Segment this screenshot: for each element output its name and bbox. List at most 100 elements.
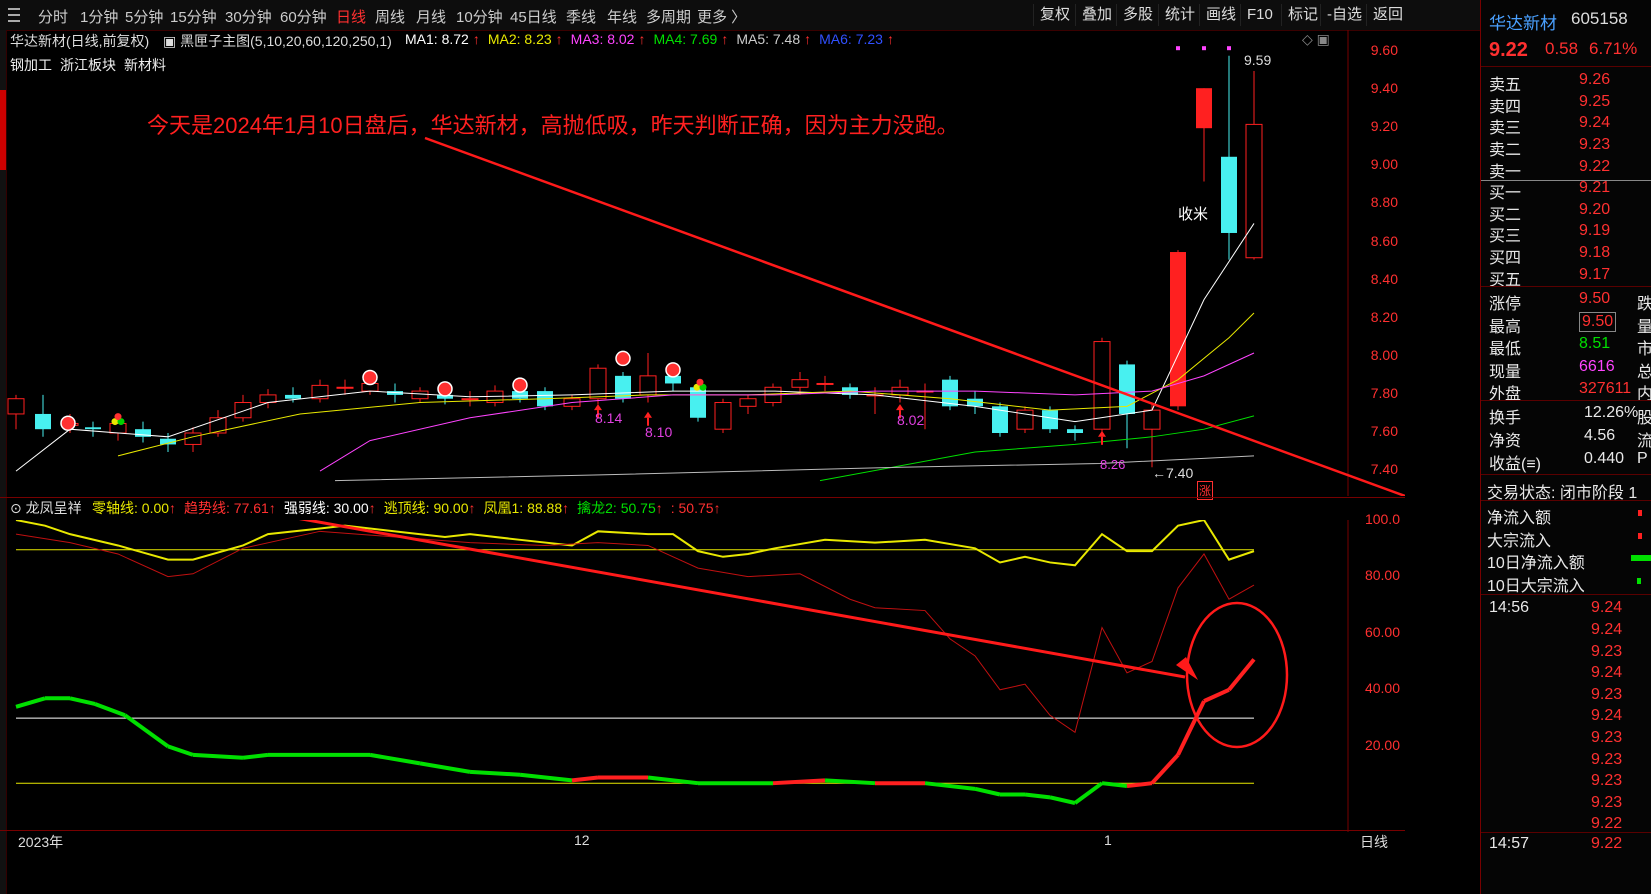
buy-arrow-icon bbox=[644, 411, 652, 418]
stat-value: 12.26% bbox=[1584, 404, 1639, 421]
bid-price: 9.17 bbox=[1579, 265, 1611, 283]
toolbar-button[interactable]: 叠加 bbox=[1075, 4, 1118, 26]
tick-price: 9.23 bbox=[1591, 750, 1623, 768]
period-tab[interactable]: 1分钟 bbox=[80, 6, 118, 27]
toolbar-button[interactable]: -自选 bbox=[1320, 4, 1368, 26]
period-tab[interactable]: 30分钟 bbox=[225, 6, 272, 27]
stat-value: 8.51 bbox=[1579, 335, 1611, 353]
bid-row[interactable]: 买一 9.21 bbox=[1481, 178, 1651, 202]
tick-price: 9.24 bbox=[1591, 621, 1623, 638]
sub-indicator-name[interactable]: ⊙ 龙凤呈祥 bbox=[10, 498, 82, 518]
period-tab[interactable]: 更多 〉 bbox=[697, 6, 746, 27]
toolbar-button[interactable]: 复权 bbox=[1033, 4, 1076, 26]
tick-price: 9.23 bbox=[1591, 793, 1623, 811]
stat-row: 换手 12.26% 股 bbox=[1481, 403, 1651, 427]
price-axis-label: 8.20 bbox=[1370, 308, 1398, 325]
price-axis-label: 9.40 bbox=[1370, 80, 1398, 97]
stat-value: 0.440 bbox=[1584, 450, 1625, 467]
period-tab[interactable]: 10分钟 bbox=[456, 6, 503, 27]
bid-row[interactable]: 买二 9.20 bbox=[1481, 200, 1651, 224]
tick-row: 14:57 9.22 bbox=[1481, 834, 1651, 856]
candle-body bbox=[461, 398, 479, 401]
period-tab[interactable]: 季线 bbox=[566, 6, 596, 27]
sub-indicator-value: 零轴线: 0.00 bbox=[92, 500, 170, 516]
period-tab[interactable]: 60分钟 bbox=[280, 6, 327, 27]
candle-body bbox=[1221, 156, 1237, 233]
candle-body bbox=[1067, 429, 1083, 433]
period-tab[interactable]: 5分钟 bbox=[125, 6, 163, 27]
period-tab[interactable]: 年线 bbox=[607, 6, 637, 27]
tick-time: 14:57 bbox=[1489, 835, 1530, 852]
tick-row: 9.23 bbox=[1481, 771, 1651, 793]
sub-indicator-value: 凤凰1: 88.88 bbox=[483, 500, 563, 516]
price-axis-label: 9.60 bbox=[1370, 42, 1398, 58]
price-axis-label: 7.80 bbox=[1370, 384, 1398, 401]
period-tab[interactable]: 分时 bbox=[38, 6, 68, 27]
dragon-line-segment bbox=[772, 778, 826, 786]
dragon-line-segment bbox=[15, 696, 46, 709]
flow-row: 10日大宗流入 bbox=[1481, 571, 1651, 595]
stat-label: 收益(≡) bbox=[1489, 456, 1541, 473]
stat-side-label: 流 bbox=[1637, 433, 1651, 450]
candlestick-chart[interactable] bbox=[0, 30, 1405, 496]
candle-body bbox=[234, 402, 252, 419]
sub-indicator-value: : 50.75 bbox=[670, 500, 714, 516]
candle-body bbox=[739, 398, 757, 407]
period-tab[interactable]: 15分钟 bbox=[170, 6, 217, 27]
toolbar-button[interactable]: F10 bbox=[1240, 4, 1279, 26]
shoumi-label: 收米 bbox=[1178, 206, 1209, 223]
indicator-chart[interactable] bbox=[0, 520, 1405, 832]
candle-body bbox=[259, 394, 277, 404]
period-tab[interactable]: 45日线 bbox=[510, 6, 557, 27]
stat-side-label: 股 bbox=[1637, 410, 1651, 427]
tick-row: 9.23 bbox=[1481, 642, 1651, 664]
stat-row: 收益(≡) 0.440 P bbox=[1481, 449, 1651, 473]
tick-price: 9.24 bbox=[1591, 707, 1623, 725]
period-tab[interactable]: 月线 bbox=[416, 6, 446, 27]
ask-row[interactable]: 卖四 9.25 bbox=[1481, 92, 1651, 116]
flow-bar bbox=[1638, 532, 1642, 539]
stat-side-label: 跌 bbox=[1637, 296, 1651, 313]
period-tab[interactable]: 多周期 bbox=[646, 6, 691, 27]
ask-price: 9.26 bbox=[1579, 71, 1611, 88]
period-tab[interactable]: 周线 bbox=[375, 6, 405, 27]
bid-row[interactable]: 买四 9.18 bbox=[1481, 243, 1651, 267]
toolbar-button[interactable]: 统计 bbox=[1158, 4, 1201, 26]
bid-row[interactable]: 买五 9.17 bbox=[1481, 265, 1651, 289]
dragon-line-segment bbox=[69, 696, 96, 706]
stat-label: 净资 bbox=[1489, 433, 1522, 450]
ask-row[interactable]: 卖一 9.22 bbox=[1481, 157, 1651, 181]
annotation-text: 今天是2024年1月10日盘后，华达新材，高抛低吸，昨天判断正确，因为主力没跑。 bbox=[147, 113, 959, 138]
bid-row[interactable]: 买三 9.19 bbox=[1481, 221, 1651, 245]
dragon-line-segment bbox=[1176, 700, 1206, 756]
bid-price: 9.18 bbox=[1579, 244, 1611, 262]
ask-row[interactable]: 卖二 9.23 bbox=[1481, 135, 1651, 159]
period-tab[interactable]: 日线 bbox=[336, 6, 366, 27]
menu-icon[interactable] bbox=[0, 0, 28, 30]
stat-row: 涨停 9.50 跌 bbox=[1481, 289, 1651, 313]
toolbar-button[interactable]: 多股 bbox=[1116, 4, 1159, 26]
indicator-axis-label: 80.00 bbox=[1364, 567, 1400, 583]
stat-label: 涨停 bbox=[1489, 296, 1522, 313]
price-change: 0.58 bbox=[1545, 39, 1579, 58]
tick-price: 9.23 bbox=[1591, 685, 1623, 703]
sub-indicator-values: 零轴线: 0.00↑ 趋势线: 77.61↑ 强弱线: 30.00↑ 逃顶线: 90.… bbox=[92, 498, 729, 518]
ball-marker bbox=[362, 369, 378, 386]
ask-row[interactable]: 卖五 9.26 bbox=[1481, 70, 1651, 94]
bid-price: 9.20 bbox=[1579, 200, 1611, 218]
mark-label: 8.02 bbox=[897, 412, 925, 428]
stat-row: 最低 8.51 市 bbox=[1481, 334, 1651, 358]
toolbar-button[interactable]: 画线 bbox=[1199, 4, 1242, 26]
toolbar-button[interactable]: 标记 bbox=[1281, 4, 1324, 26]
dragon-line-segment bbox=[123, 713, 170, 749]
stock-name: 华达新材 bbox=[1489, 14, 1557, 33]
highlight-circle bbox=[1185, 601, 1289, 749]
candle-body bbox=[336, 386, 354, 389]
dragon-line-segment bbox=[1049, 795, 1076, 805]
dragon-line-segment bbox=[1203, 687, 1230, 703]
sub-indicator-value: 逃顶线: 90.00 bbox=[383, 500, 469, 516]
mark-label: 8.14 bbox=[595, 410, 623, 426]
toolbar-button[interactable]: 返回 bbox=[1366, 4, 1409, 26]
flow-label: 10日大宗流入 bbox=[1487, 577, 1585, 595]
ask-row[interactable]: 卖三 9.24 bbox=[1481, 113, 1651, 137]
